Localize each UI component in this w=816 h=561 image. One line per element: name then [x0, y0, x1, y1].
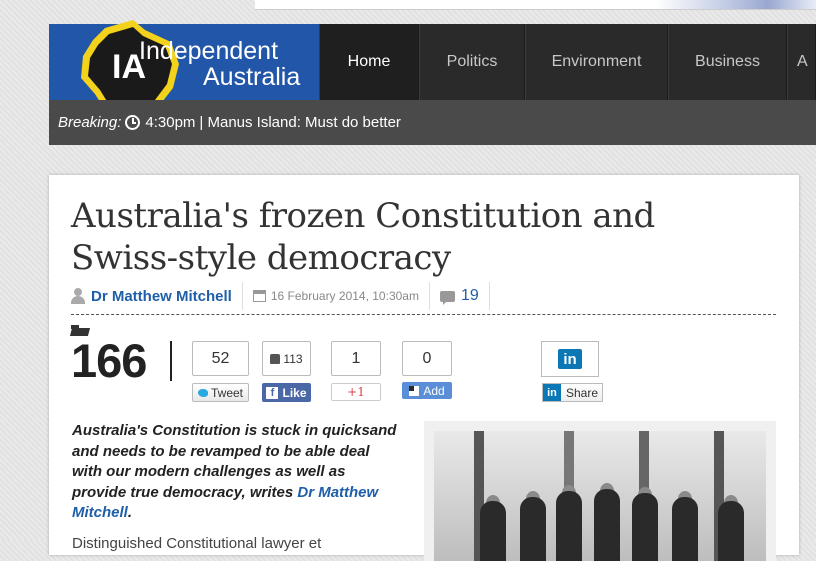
- meta-divider: [428, 282, 430, 310]
- brand-block[interactable]: IA Independent Australia: [49, 20, 319, 114]
- dashed-divider: [71, 314, 776, 315]
- gplus-label: +1: [347, 385, 365, 399]
- photo-figure: [556, 491, 582, 561]
- article-meta: Dr Matthew Mitchell 16 February 2014, 10…: [71, 282, 500, 310]
- article-title: Australia's frozen Constitution and Swis…: [71, 196, 655, 278]
- facebook-like-count-box: 113: [262, 341, 311, 376]
- article-card: Australia's frozen Constitution and Swis…: [49, 175, 799, 561]
- share-total: 166: [71, 334, 147, 387]
- gplus-count: 1: [331, 341, 381, 376]
- photo-figure: [520, 497, 546, 561]
- gplus-button[interactable]: +1: [331, 383, 381, 401]
- thumbs-up-icon: [270, 353, 281, 364]
- banner-graphic: [656, 0, 816, 9]
- author-link[interactable]: Dr Matthew Mitchell: [91, 288, 232, 305]
- photo-figure: [672, 497, 698, 561]
- photo-figure: [594, 489, 620, 561]
- addthis-button[interactable]: Add: [402, 382, 452, 399]
- nav-politics[interactable]: Politics: [419, 24, 525, 100]
- addthis-icon: [409, 385, 420, 396]
- nav-home[interactable]: Home: [319, 24, 419, 100]
- comment-count-link[interactable]: 19: [461, 287, 479, 305]
- top-advertisement-banner[interactable]: [255, 0, 816, 10]
- linkedin-share-label: Share: [566, 385, 599, 400]
- tweet-button[interactable]: Tweet: [192, 383, 249, 402]
- main-nav: Home Politics Environment Business A: [319, 24, 816, 100]
- site-name-line1[interactable]: Independent: [139, 38, 278, 64]
- calendar-icon: [252, 290, 266, 302]
- facebook-icon: f: [266, 386, 279, 399]
- share-total-divider: [170, 341, 172, 381]
- addthis-count: 0: [402, 341, 452, 376]
- tweet-count: 52: [192, 341, 249, 376]
- twitter-bird-icon: [197, 388, 208, 397]
- facebook-like-count: 113: [283, 351, 303, 366]
- nav-business[interactable]: Business: [668, 24, 787, 100]
- photo-figure: [718, 501, 744, 561]
- breaking-label: Breaking:: [58, 114, 122, 131]
- author-icon: [71, 288, 85, 304]
- meta-divider: [241, 282, 243, 310]
- breaking-time: 4:30pm: [145, 114, 196, 131]
- article-lede: Australia's Constitution is stuck in qui…: [72, 421, 402, 524]
- add-label: Add: [423, 383, 445, 398]
- historical-group-photo[interactable]: [434, 431, 766, 561]
- photo-figure: [632, 493, 658, 561]
- nav-next-item[interactable]: A: [787, 24, 816, 100]
- tweet-label: Tweet: [210, 385, 243, 400]
- like-label: Like: [282, 385, 307, 400]
- comment-icon[interactable]: [439, 290, 455, 305]
- breaking-headline[interactable]: | Manus Island: Must do better: [199, 114, 401, 131]
- meta-divider: [488, 282, 490, 310]
- article-body-start: Distinguished Constitutional lawyer et: [72, 535, 322, 552]
- linkedin-count-box[interactable]: in: [541, 341, 599, 377]
- linkedin-share-button[interactable]: in Share: [542, 383, 603, 402]
- lede-end: .: [127, 504, 133, 521]
- linkedin-small-icon: in: [543, 384, 561, 401]
- facebook-like-button[interactable]: f Like: [262, 383, 311, 402]
- breaking-news-bar[interactable]: Breaking: 4:30pm | Manus Island: Must do…: [49, 100, 816, 145]
- linkedin-icon: in: [558, 349, 582, 369]
- site-header: IA Independent Australia Home Politics E…: [49, 20, 816, 114]
- article-date: 16 February 2014, 10:30am: [270, 289, 419, 303]
- photo-figure: [480, 501, 506, 561]
- nav-environment[interactable]: Environment: [525, 24, 668, 100]
- clock-icon: [125, 115, 141, 130]
- site-name-line2[interactable]: Australia: [203, 64, 300, 90]
